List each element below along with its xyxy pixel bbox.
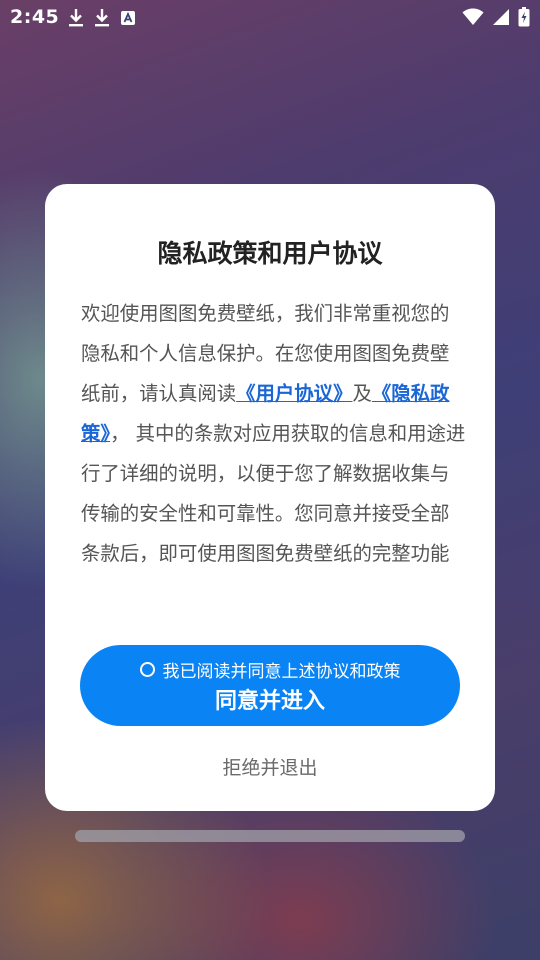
agree-checkbox[interactable]	[139, 662, 155, 677]
cell-signal-icon	[492, 8, 510, 26]
body-text-2: 及	[352, 382, 372, 405]
home-indicator[interactable]	[75, 830, 465, 842]
status-time: 2:45	[10, 6, 60, 28]
status-bar: 2:45	[0, 0, 540, 36]
dialog-title: 隐私政策和用户协议	[157, 239, 383, 268]
notification-icons	[68, 8, 136, 28]
agree-checkbox-row[interactable]: 我已阅读并同意上述协议和政策	[80, 657, 460, 682]
agree-button-label: 同意并进入	[214, 689, 325, 714]
body-text-3: ， 其中的条款对应用获取的信息和用途进行了详细的说明，以便于您了解数据收集与传输…	[81, 422, 466, 565]
wifi-icon	[462, 8, 484, 26]
dialog-body: 欢迎使用图图免费壁纸，我们非常重视您的隐私和个人信息保护。在您使用图图免费壁纸前…	[81, 294, 467, 574]
text-notification-icon	[120, 10, 136, 26]
reject-button[interactable]: 拒绝并退出	[45, 753, 495, 780]
agree-checkbox-label: 我已阅读并同意上述协议和政策	[162, 662, 401, 682]
system-icons	[462, 7, 530, 27]
agree-button[interactable]: 我已阅读并同意上述协议和政策 同意并进入	[80, 645, 460, 726]
privacy-dialog: 隐私政策和用户协议 欢迎使用图图免费壁纸，我们非常重视您的隐私和个人信息保护。在…	[45, 184, 495, 811]
download-icon	[94, 8, 110, 28]
battery-charging-icon	[518, 7, 530, 27]
download-icon	[68, 8, 84, 28]
user-agreement-link[interactable]: 《用户协议》	[236, 382, 352, 405]
